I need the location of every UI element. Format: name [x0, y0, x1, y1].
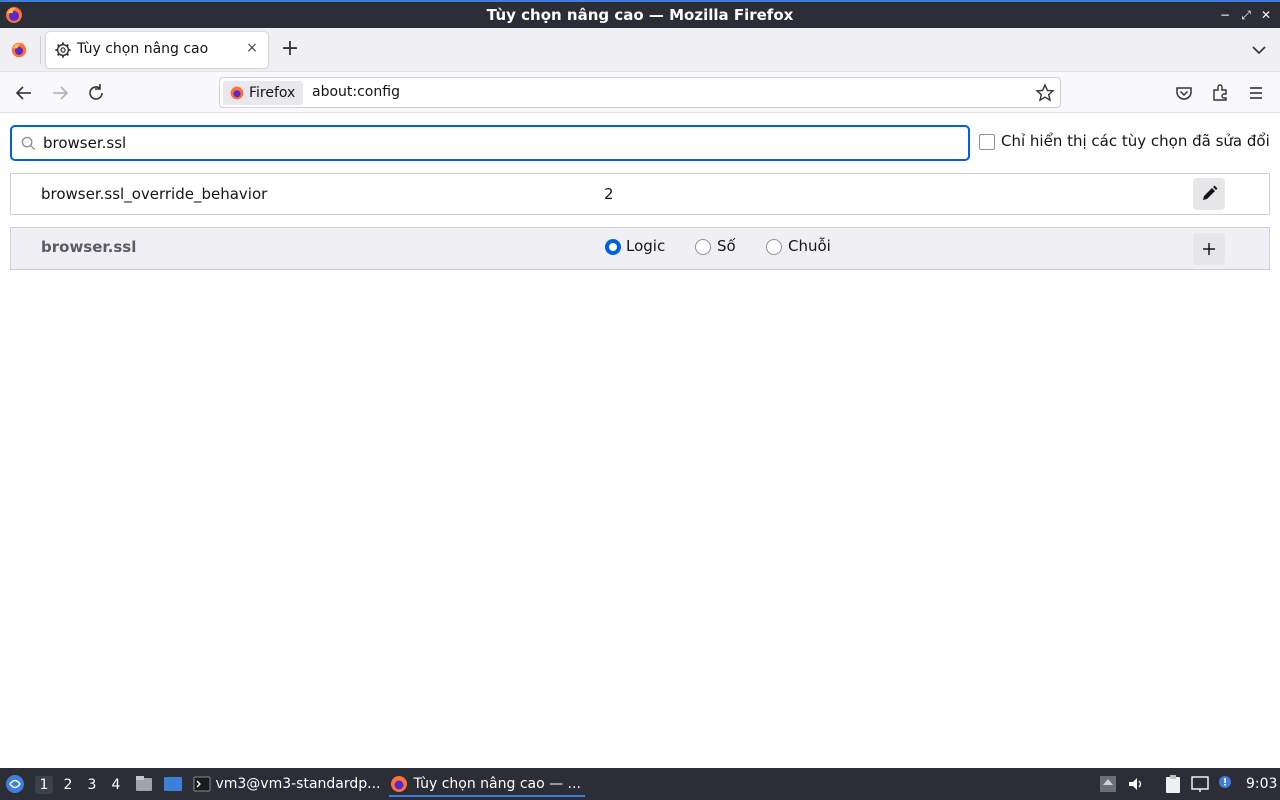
workspace-2[interactable]: 2 — [59, 776, 77, 794]
new-tab-button[interactable]: + — [278, 38, 302, 62]
search-icon — [21, 136, 36, 151]
gear-icon — [55, 42, 71, 58]
navigation-toolbar: Firefox about:config — [0, 72, 1280, 113]
show-desktop-icon[interactable] — [163, 774, 183, 794]
window-titlebar: Tùy chọn nâng cao — Mozilla Firefox − ⤢ … — [0, 0, 1280, 28]
type-radio-string[interactable] — [766, 239, 782, 255]
url-text[interactable]: about:config — [312, 84, 400, 100]
taskbar: 1 2 3 4 vm3@vm3-standardp... Tùy chọn nâ… — [0, 768, 1280, 800]
network-icon[interactable] — [1190, 774, 1210, 794]
close-window-button[interactable]: ✕ — [1259, 8, 1273, 22]
firefox-identity-icon — [230, 86, 244, 100]
notification-icon[interactable] — [1216, 774, 1236, 794]
task-label: vm3@vm3-standardp... — [215, 776, 381, 792]
close-tab-icon[interactable]: × — [244, 40, 260, 58]
task-terminal[interactable]: vm3@vm3-standardp... — [193, 771, 383, 797]
tab-bar: Tùy chọn nâng cao × + — [0, 28, 1280, 72]
firefox-icon — [391, 776, 407, 792]
type-radio-number[interactable] — [695, 239, 711, 255]
workspace-1[interactable]: 1 — [35, 776, 53, 794]
preference-search-input[interactable]: browser.ssl — [10, 125, 970, 161]
type-label-boolean[interactable]: Logic — [626, 237, 665, 255]
show-modified-only-checkbox[interactable] — [979, 134, 995, 150]
type-radio-boolean[interactable] — [605, 239, 621, 255]
edit-button[interactable] — [1193, 178, 1225, 210]
identity-box[interactable]: Firefox — [223, 81, 304, 105]
clock: 9:03 — [1246, 776, 1278, 792]
table-row-new-pref: browser.ssl Logic Số Chuỗi — [10, 227, 1270, 270]
file-manager-icon[interactable] — [134, 774, 154, 794]
app-menu-icon[interactable] — [5, 774, 25, 794]
forward-arrow-icon[interactable] — [47, 80, 73, 106]
tab-advanced-preferences[interactable]: Tùy chọn nâng cao × — [46, 32, 268, 68]
show-modified-only-label[interactable]: Chỉ hiển thị các tùy chọn đã sửa đổi — [1001, 132, 1270, 150]
add-plus-icon — [1203, 243, 1215, 255]
window-title: Tùy chọn nâng cao — Mozilla Firefox — [486, 6, 794, 24]
pocket-icon[interactable] — [1171, 80, 1197, 106]
extensions-icon[interactable] — [1207, 80, 1233, 106]
type-label-string[interactable]: Chuỗi — [788, 237, 831, 255]
edit-pencil-icon — [1203, 185, 1218, 200]
add-button[interactable] — [1193, 233, 1225, 265]
tab-separator — [40, 36, 41, 64]
maximize-button[interactable]: ⤢ — [1239, 8, 1253, 22]
volume-icon[interactable] — [1126, 774, 1146, 794]
task-firefox[interactable]: Tùy chọn nâng cao — ... — [389, 771, 585, 797]
firefox-view-icon[interactable] — [10, 41, 28, 59]
pref-value: 2 — [604, 185, 614, 203]
search-value: browser.ssl — [43, 134, 127, 152]
url-bar[interactable]: Firefox about:config — [219, 77, 1061, 108]
minimize-button[interactable]: − — [1218, 8, 1232, 22]
clipboard-icon[interactable] — [1163, 774, 1183, 794]
reload-icon[interactable] — [83, 80, 109, 106]
pref-name: browser.ssl_override_behavior — [41, 185, 268, 203]
workspace-3[interactable]: 3 — [83, 776, 101, 794]
task-label: Tùy chọn nâng cao — ... — [413, 776, 581, 792]
terminal-icon — [193, 776, 211, 792]
back-arrow-icon[interactable] — [11, 80, 37, 106]
tray-eject-icon[interactable] — [1098, 774, 1118, 794]
table-row: browser.ssl_override_behavior 2 — [10, 173, 1270, 215]
type-label-number[interactable]: Số — [717, 237, 736, 255]
tab-label: Tùy chọn nâng cao — [77, 41, 209, 57]
menu-hamburger-icon[interactable] — [1243, 80, 1269, 106]
list-all-tabs-icon[interactable] — [1248, 40, 1270, 60]
bookmark-star-icon[interactable] — [1035, 83, 1055, 103]
pref-name: browser.ssl — [41, 238, 137, 256]
identity-label: Firefox — [249, 85, 296, 101]
workspace-4[interactable]: 4 — [107, 776, 125, 794]
about-config-page: browser.ssl Chỉ hiển thị các tùy chọn đã… — [0, 113, 1280, 768]
